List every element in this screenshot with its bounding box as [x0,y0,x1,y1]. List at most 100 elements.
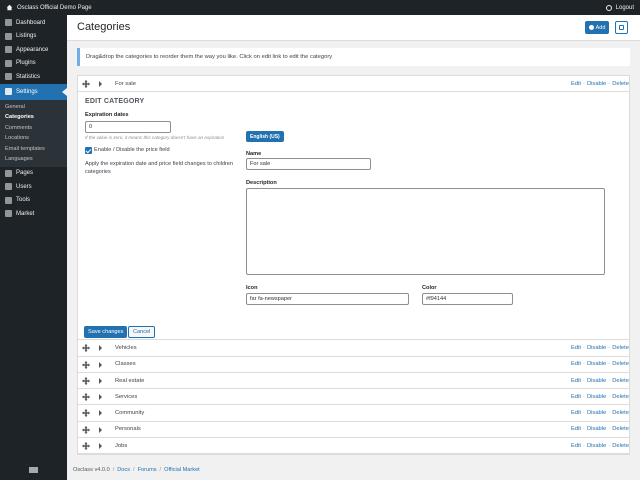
category-name: Classes [115,361,136,368]
cancel-button[interactable]: Cancel [128,326,156,339]
edit-link[interactable]: Edit [571,394,581,400]
drag-handle-icon[interactable] [82,425,90,434]
pages-icon [5,169,12,177]
submenu-item-email-templates[interactable]: Email templates [0,144,67,155]
description-textarea[interactable] [246,188,605,276]
market-icon [5,210,12,218]
expiration-input[interactable]: 0 [85,121,171,134]
drag-handle-icon[interactable] [82,376,90,385]
expand-caret-icon[interactable] [99,394,102,401]
category-row: Real estate Edit · Disable · Delete [78,373,629,390]
logout-label: Logout [615,4,634,11]
info-notice: Drag&drop the categories to reorder them… [77,48,630,66]
expand-caret-icon[interactable] [99,426,102,433]
delete-link[interactable]: Delete [612,361,629,367]
expand-caret-icon[interactable] [99,377,102,384]
sidebar-item-pages[interactable]: Pages [0,167,67,181]
separator: · [608,361,611,368]
delete-link[interactable]: Delete [612,378,629,384]
name-label: Name [246,151,262,158]
sidebar-item-label: Plugins [16,60,36,67]
delete-link[interactable]: Delete [612,426,629,432]
color-input[interactable]: #f94144 [422,293,513,306]
row-actions: Edit · Disable · Delete [571,426,629,432]
settings-submenu: General Categories Comments Locations Em… [0,99,67,167]
sidebar-item-appearance[interactable]: Appearance [0,43,67,57]
sidebar-item-dashboard[interactable]: Dashboard [0,16,67,30]
category-row: For sale Edit · Disable · Delete [78,76,629,93]
category-row: Classes Edit · Disable · Delete [78,357,629,373]
footer-link-market[interactable]: Official Market [164,467,200,473]
expand-caret-icon[interactable] [99,410,102,417]
screen-options-button[interactable] [615,21,628,34]
sidebar-item-tools[interactable]: Tools [0,194,67,208]
edit-link[interactable]: Edit [571,345,581,351]
edit-link[interactable]: Edit [571,443,581,449]
edit-link[interactable]: Edit [571,361,581,367]
sidebar-item-users[interactable]: Users [0,180,67,194]
footer-link-forums[interactable]: Forums [138,467,157,473]
drag-handle-icon[interactable] [82,360,90,369]
sidebar-item-market[interactable]: Market [0,207,67,221]
edit-link[interactable]: Edit [571,81,581,87]
sidebar-item-listings[interactable]: Listings [0,30,67,44]
edit-link[interactable]: Edit [571,426,581,432]
delete-link[interactable]: Delete [612,443,629,449]
category-name: Real estate [115,377,145,384]
save-changes-button[interactable]: Save changes [84,326,128,339]
row-actions: Edit · Disable · Delete [571,361,629,367]
add-category-button[interactable]: Add [585,21,609,34]
disable-link[interactable]: Disable [587,345,606,351]
sidebar-item-settings[interactable]: Settings [0,83,67,100]
price-field-checkbox[interactable] [85,147,92,155]
expiration-label: Expiration dates [85,112,129,119]
edit-link[interactable]: Edit [571,410,581,416]
apply-children-text: Apply the expiration date and price fiel… [85,161,234,175]
disable-link[interactable]: Disable [587,394,606,400]
delete-link[interactable]: Delete [612,81,629,87]
disable-link[interactable]: Disable [587,410,606,416]
logout-link[interactable]: Logout [605,4,634,11]
submenu-item-locations[interactable]: Locations [0,133,67,144]
submenu-item-comments[interactable]: Comments [0,123,67,134]
disable-link[interactable]: Disable [587,378,606,384]
sidebar-item-plugins[interactable]: Plugins [0,57,67,71]
separator: · [608,442,611,449]
separator: · [608,80,611,87]
separator: · [583,393,585,400]
disable-link[interactable]: Disable [587,81,606,87]
edit-category-form: EDIT CATEGORY Expiration dates 0 If the … [78,92,629,341]
sidebar-item-label: Settings [16,88,38,95]
drag-handle-icon[interactable] [82,409,90,418]
drag-handle-icon[interactable] [82,442,90,451]
separator: · [608,410,611,417]
delete-link[interactable]: Delete [612,345,629,351]
drag-handle-icon[interactable] [82,344,90,353]
drag-handle-icon[interactable] [82,393,90,402]
submenu-item-languages[interactable]: Languages [0,154,67,165]
disable-link[interactable]: Disable [587,426,606,432]
name-input[interactable]: For sale [246,158,371,171]
delete-link[interactable]: Delete [612,410,629,416]
language-tab-en-us[interactable]: English (US) [246,131,284,143]
icon-label: Icon [246,285,258,292]
drag-handle-icon[interactable] [82,80,90,88]
edit-link[interactable]: Edit [571,378,581,384]
site-title: Osclass Official Demo Page [17,4,92,11]
submenu-item-general[interactable]: General [0,102,67,113]
expand-caret-icon[interactable] [99,361,102,368]
disable-link[interactable]: Disable [587,443,606,449]
home-icon [6,4,13,11]
submenu-item-categories[interactable]: Categories [0,112,67,123]
icon-input[interactable]: far fa-newspaper [246,293,409,306]
delete-link[interactable]: Delete [612,394,629,400]
expand-caret-icon[interactable] [99,81,102,87]
footer-link-docs[interactable]: Docs [117,467,130,473]
expand-caret-icon[interactable] [99,443,102,450]
sidebar-item-statistics[interactable]: Statistics [0,70,67,84]
separator: · [608,393,611,400]
site-link[interactable]: Osclass Official Demo Page [6,4,92,11]
disable-link[interactable]: Disable [587,361,606,367]
collapse-menu-icon[interactable] [29,467,38,473]
expand-caret-icon[interactable] [99,345,102,352]
